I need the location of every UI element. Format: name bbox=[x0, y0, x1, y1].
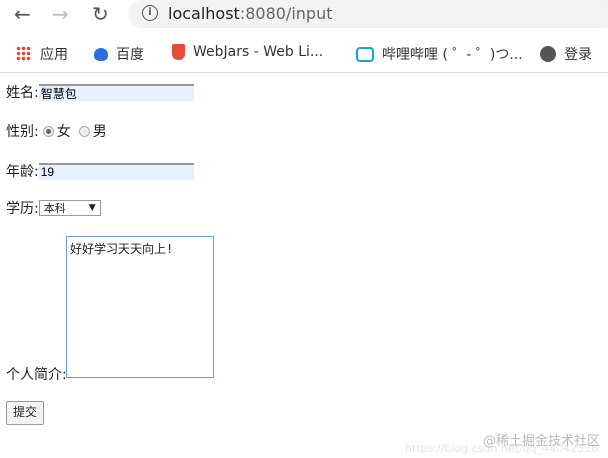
education-value: 本科 bbox=[43, 202, 66, 215]
bookmark-label: 应用 bbox=[40, 47, 68, 63]
watermark: @稀土掘金技术社区 bbox=[482, 434, 600, 449]
gender-female-label: 女 bbox=[56, 124, 71, 140]
bookmark-label: 百度 bbox=[116, 47, 144, 63]
dropdown-arrow-icon: ▼ bbox=[88, 203, 96, 213]
intro-label: 个人简介: bbox=[6, 367, 67, 383]
webjars-icon bbox=[172, 44, 185, 60]
gender-male-label: 男 bbox=[92, 124, 107, 140]
bookmark-webjars[interactable]: WebJars - Web Li... bbox=[172, 44, 323, 60]
bookmarks-bar: 应用 百度 WebJars - Web Li... 哔哩哔哩 ( ゜- ゜)つ.… bbox=[0, 36, 608, 73]
bookmark-login[interactable]: 登录 bbox=[540, 44, 592, 64]
bilibili-icon bbox=[356, 46, 374, 62]
gender-male-radio[interactable] bbox=[78, 125, 90, 137]
url-path: :8080/input bbox=[239, 4, 333, 23]
gender-female-radio[interactable] bbox=[42, 125, 54, 137]
bookmark-baidu[interactable]: 百度 bbox=[94, 44, 144, 64]
bookmark-label: WebJars - Web Li... bbox=[193, 44, 324, 60]
browser-toolbar: ← → ↻ i localhost:8080/input bbox=[0, 0, 608, 30]
education-select[interactable]: 本科 ▼ bbox=[38, 200, 101, 216]
forward-icon[interactable]: → bbox=[52, 2, 69, 26]
apps-grid-icon bbox=[16, 46, 32, 62]
age-input[interactable] bbox=[38, 162, 194, 180]
bookmark-label: 登录 bbox=[564, 47, 592, 63]
name-input[interactable] bbox=[38, 83, 194, 101]
age-label: 年龄: bbox=[6, 164, 39, 180]
reload-icon[interactable]: ↻ bbox=[92, 2, 109, 26]
bookmark-apps[interactable]: 应用 bbox=[16, 44, 68, 64]
bookmark-bilibili[interactable]: 哔哩哔哩 ( ゜- ゜)つ... bbox=[356, 44, 523, 64]
name-label: 姓名: bbox=[6, 85, 39, 101]
bookmark-label: 哔哩哔哩 ( ゜- ゜)つ... bbox=[382, 47, 523, 63]
url-host: localhost bbox=[168, 4, 240, 23]
baidu-paw-icon bbox=[94, 47, 108, 61]
back-icon[interactable]: ← bbox=[14, 2, 31, 26]
submit-button[interactable]: 提交 bbox=[6, 401, 45, 425]
globe-icon bbox=[540, 46, 556, 62]
address-bar[interactable]: i localhost:8080/input bbox=[128, 0, 608, 28]
gender-label: 性别: bbox=[6, 124, 39, 140]
intro-textarea[interactable]: 好好学习天天向上! bbox=[66, 236, 214, 378]
info-icon: i bbox=[142, 5, 158, 21]
education-label: 学历: bbox=[6, 201, 39, 217]
